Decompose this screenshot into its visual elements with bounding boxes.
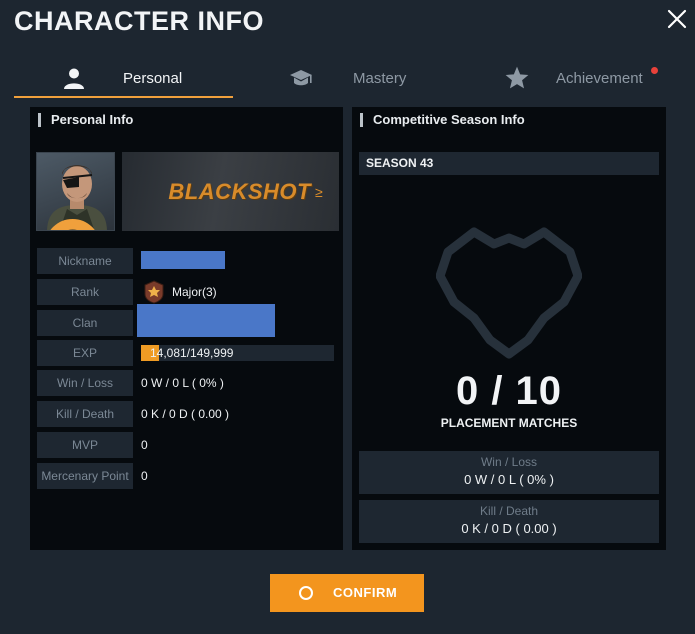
nickname-row: Nickname <box>37 248 337 274</box>
clan-redacted <box>137 304 275 337</box>
personal-info-panel: Personal Info BLACKSHOT ≥ Nickname Rank <box>30 107 343 550</box>
graduation-cap-icon <box>289 68 313 93</box>
exp-progress-bar: 14,081/149,999 <box>141 345 334 361</box>
confirm-label: CONFIRM <box>333 585 398 600</box>
mercenary-point-value: 0 <box>141 469 148 483</box>
tab-mastery[interactable]: Mastery <box>285 58 425 98</box>
nickname-label: Nickname <box>37 248 133 274</box>
magnifier-icon <box>41 215 95 230</box>
tab-bar: Personal Mastery Achievement <box>0 58 695 100</box>
season-kill-death: Kill / Death 0 K / 0 D ( 0.00 ) <box>359 500 659 543</box>
rank-badge-icon <box>143 280 165 304</box>
rank-value: Major(3) <box>172 285 217 299</box>
kill-death-label: Kill / Death <box>37 401 133 427</box>
banner-logo-mark: ≥ <box>314 183 323 200</box>
rank-label: Rank <box>37 279 133 305</box>
season-kill-death-value: 0 K / 0 D ( 0.00 ) <box>461 521 557 536</box>
mercenary-point-row: Mercenary Point 0 <box>37 463 337 489</box>
season-label: SEASON 43 <box>359 152 659 175</box>
tab-personal-label: Personal <box>123 70 183 87</box>
window-title: CHARACTER INFO <box>14 6 264 36</box>
tab-achievement[interactable]: Achievement <box>500 58 670 98</box>
season-info-header: Competitive Season Info <box>360 113 525 127</box>
exp-value: 14,081/149,999 <box>150 346 234 360</box>
rank-row: Rank Major(3) <box>37 279 337 305</box>
mercenary-point-label: Mercenary Point <box>37 463 133 489</box>
profile-banner: BLACKSHOT ≥ <box>122 152 339 231</box>
tab-achievement-label: Achievement <box>556 70 643 87</box>
person-icon <box>62 66 86 95</box>
placement-label: PLACEMENT MATCHES <box>440 416 578 430</box>
banner-logo: BLACKSHOT <box>168 178 311 204</box>
season-info-panel: Competitive Season Info SEASON 43 0 / 10… <box>352 107 666 550</box>
tab-personal[interactable]: Personal <box>14 58 233 98</box>
win-loss-value: 0 W / 0 L ( 0% ) <box>141 376 224 390</box>
nickname-redacted <box>141 251 225 269</box>
avatar[interactable] <box>36 152 115 231</box>
close-icon <box>667 9 687 29</box>
clan-label: Clan <box>37 310 133 336</box>
exp-row: EXP 14,081/149,999 <box>37 340 337 366</box>
unranked-emblem-icon <box>436 227 582 359</box>
active-tab-indicator <box>14 96 233 98</box>
season-win-loss-label: Win / Loss <box>480 455 537 469</box>
kill-death-value: 0 K / 0 D ( 0.00 ) <box>141 407 230 421</box>
close-button[interactable] <box>664 6 690 32</box>
mvp-value: 0 <box>141 438 148 452</box>
notification-dot <box>651 67 658 74</box>
win-loss-label: Win / Loss <box>37 370 133 396</box>
season-win-loss: Win / Loss 0 W / 0 L ( 0% ) <box>359 451 659 494</box>
personal-info-header: Personal Info <box>38 113 133 127</box>
placement-count: 0 / 10 <box>455 369 563 413</box>
clan-row: Clan <box>37 304 337 337</box>
season-kill-death-label: Kill / Death <box>479 504 539 518</box>
confirm-button[interactable]: CONFIRM <box>270 574 424 612</box>
win-loss-row: Win / Loss 0 W / 0 L ( 0% ) <box>37 370 337 396</box>
mvp-label: MVP <box>37 432 133 458</box>
mvp-row: MVP 0 <box>37 432 337 458</box>
kill-death-row: Kill / Death 0 K / 0 D ( 0.00 ) <box>37 401 337 427</box>
season-win-loss-value: 0 W / 0 L ( 0% ) <box>464 472 554 487</box>
circle-icon <box>299 586 313 600</box>
star-icon <box>504 65 530 96</box>
tab-mastery-label: Mastery <box>353 70 407 87</box>
exp-label: EXP <box>37 340 133 366</box>
